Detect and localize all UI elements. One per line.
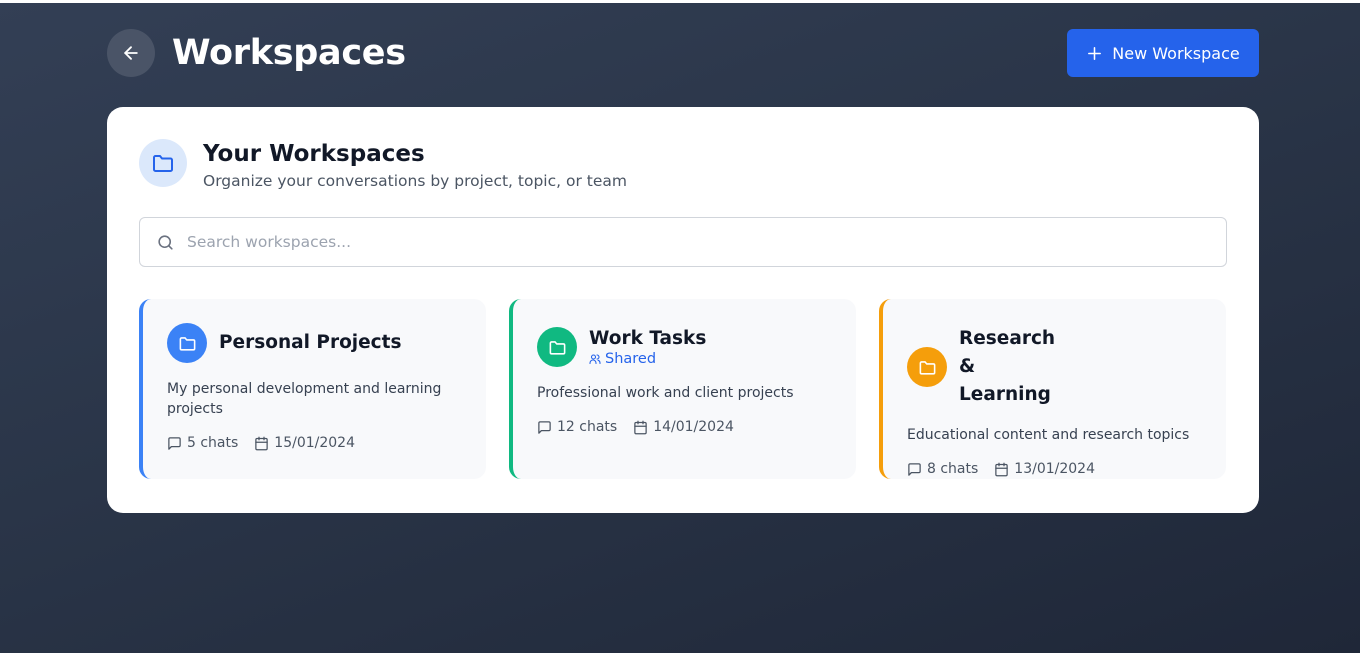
date-text: 13/01/2024 [1014,461,1095,477]
shared-label: Shared [605,351,657,367]
workspace-date: 15/01/2024 [254,435,355,451]
workspace-date: 14/01/2024 [633,419,734,435]
chat-count-text: 5 chats [187,435,239,451]
shared-badge: Shared [589,351,706,367]
message-square-icon [908,462,921,476]
search-input[interactable] [187,218,1226,266]
header-left: Workspaces [107,29,406,77]
card-meta: 8 chats 13/01/2024 [907,461,1202,477]
search-box[interactable] [139,217,1227,267]
chat-count: 12 chats [537,419,617,435]
new-workspace-button[interactable]: New Workspace [1067,29,1259,77]
users-icon [589,354,601,365]
card-description: My personal development and learning pro… [167,381,442,417]
card-header: Research & Learning [907,325,1202,409]
plus-icon [1088,46,1102,60]
card-meta: 12 chats 14/01/2024 [537,419,832,435]
folder-icon [179,336,195,351]
workspace-date: 13/01/2024 [994,461,1095,477]
card-description: Educational content and research topics [907,427,1190,443]
message-square-icon [538,420,551,434]
workspaces-panel: Your Workspaces Organize your conversati… [107,107,1259,513]
folder-icon [549,340,565,355]
workspace-cards: Personal Projects My personal developmen… [139,299,1227,479]
page-title: Workspaces [172,33,406,73]
folder-icon [153,155,173,172]
panel-subtitle: Organize your conversations by project, … [203,172,627,190]
message-square-icon [168,436,181,450]
card-title: Research & Learning [959,328,1056,405]
chat-count: 8 chats [907,461,978,477]
card-header: Work Tasks Shared [537,327,832,367]
panel-folder-badge [139,139,187,187]
chat-count-text: 12 chats [557,419,618,435]
card-meta: 5 chats 15/01/2024 [167,435,462,451]
back-button[interactable] [107,29,155,77]
card-header: Personal Projects [167,323,462,363]
page-header: Workspaces New Workspace [107,27,1259,79]
date-text: 14/01/2024 [653,419,734,435]
search-icon [158,234,173,250]
card-title-group: Work Tasks Shared [589,327,706,367]
panel-heading-text: Your Workspaces Organize your conversati… [203,139,627,190]
card-description: Professional work and client projects [537,385,794,401]
new-workspace-label: New Workspace [1112,43,1240,63]
calendar-icon [255,436,269,450]
card-icon-badge [537,327,577,367]
card-title: Work Tasks [589,328,707,349]
panel-title: Your Workspaces [203,141,425,167]
workspace-card-work-tasks[interactable]: Work Tasks Shared Professional work and … [509,299,856,479]
card-title: Personal Projects [219,332,402,353]
workspace-card-personal-projects[interactable]: Personal Projects My personal developmen… [139,299,486,479]
calendar-icon [995,462,1009,476]
folder-icon [919,360,935,375]
arrow-left-icon [124,46,138,60]
chat-count: 5 chats [167,435,238,451]
card-icon-badge [167,323,207,363]
panel-header: Your Workspaces Organize your conversati… [139,139,1227,190]
workspace-card-research-learning[interactable]: Research & Learning Educational content … [879,299,1226,479]
calendar-icon [634,420,647,434]
chat-count-text: 8 chats [927,461,979,477]
card-icon-badge [907,347,947,387]
date-text: 15/01/2024 [274,435,355,451]
